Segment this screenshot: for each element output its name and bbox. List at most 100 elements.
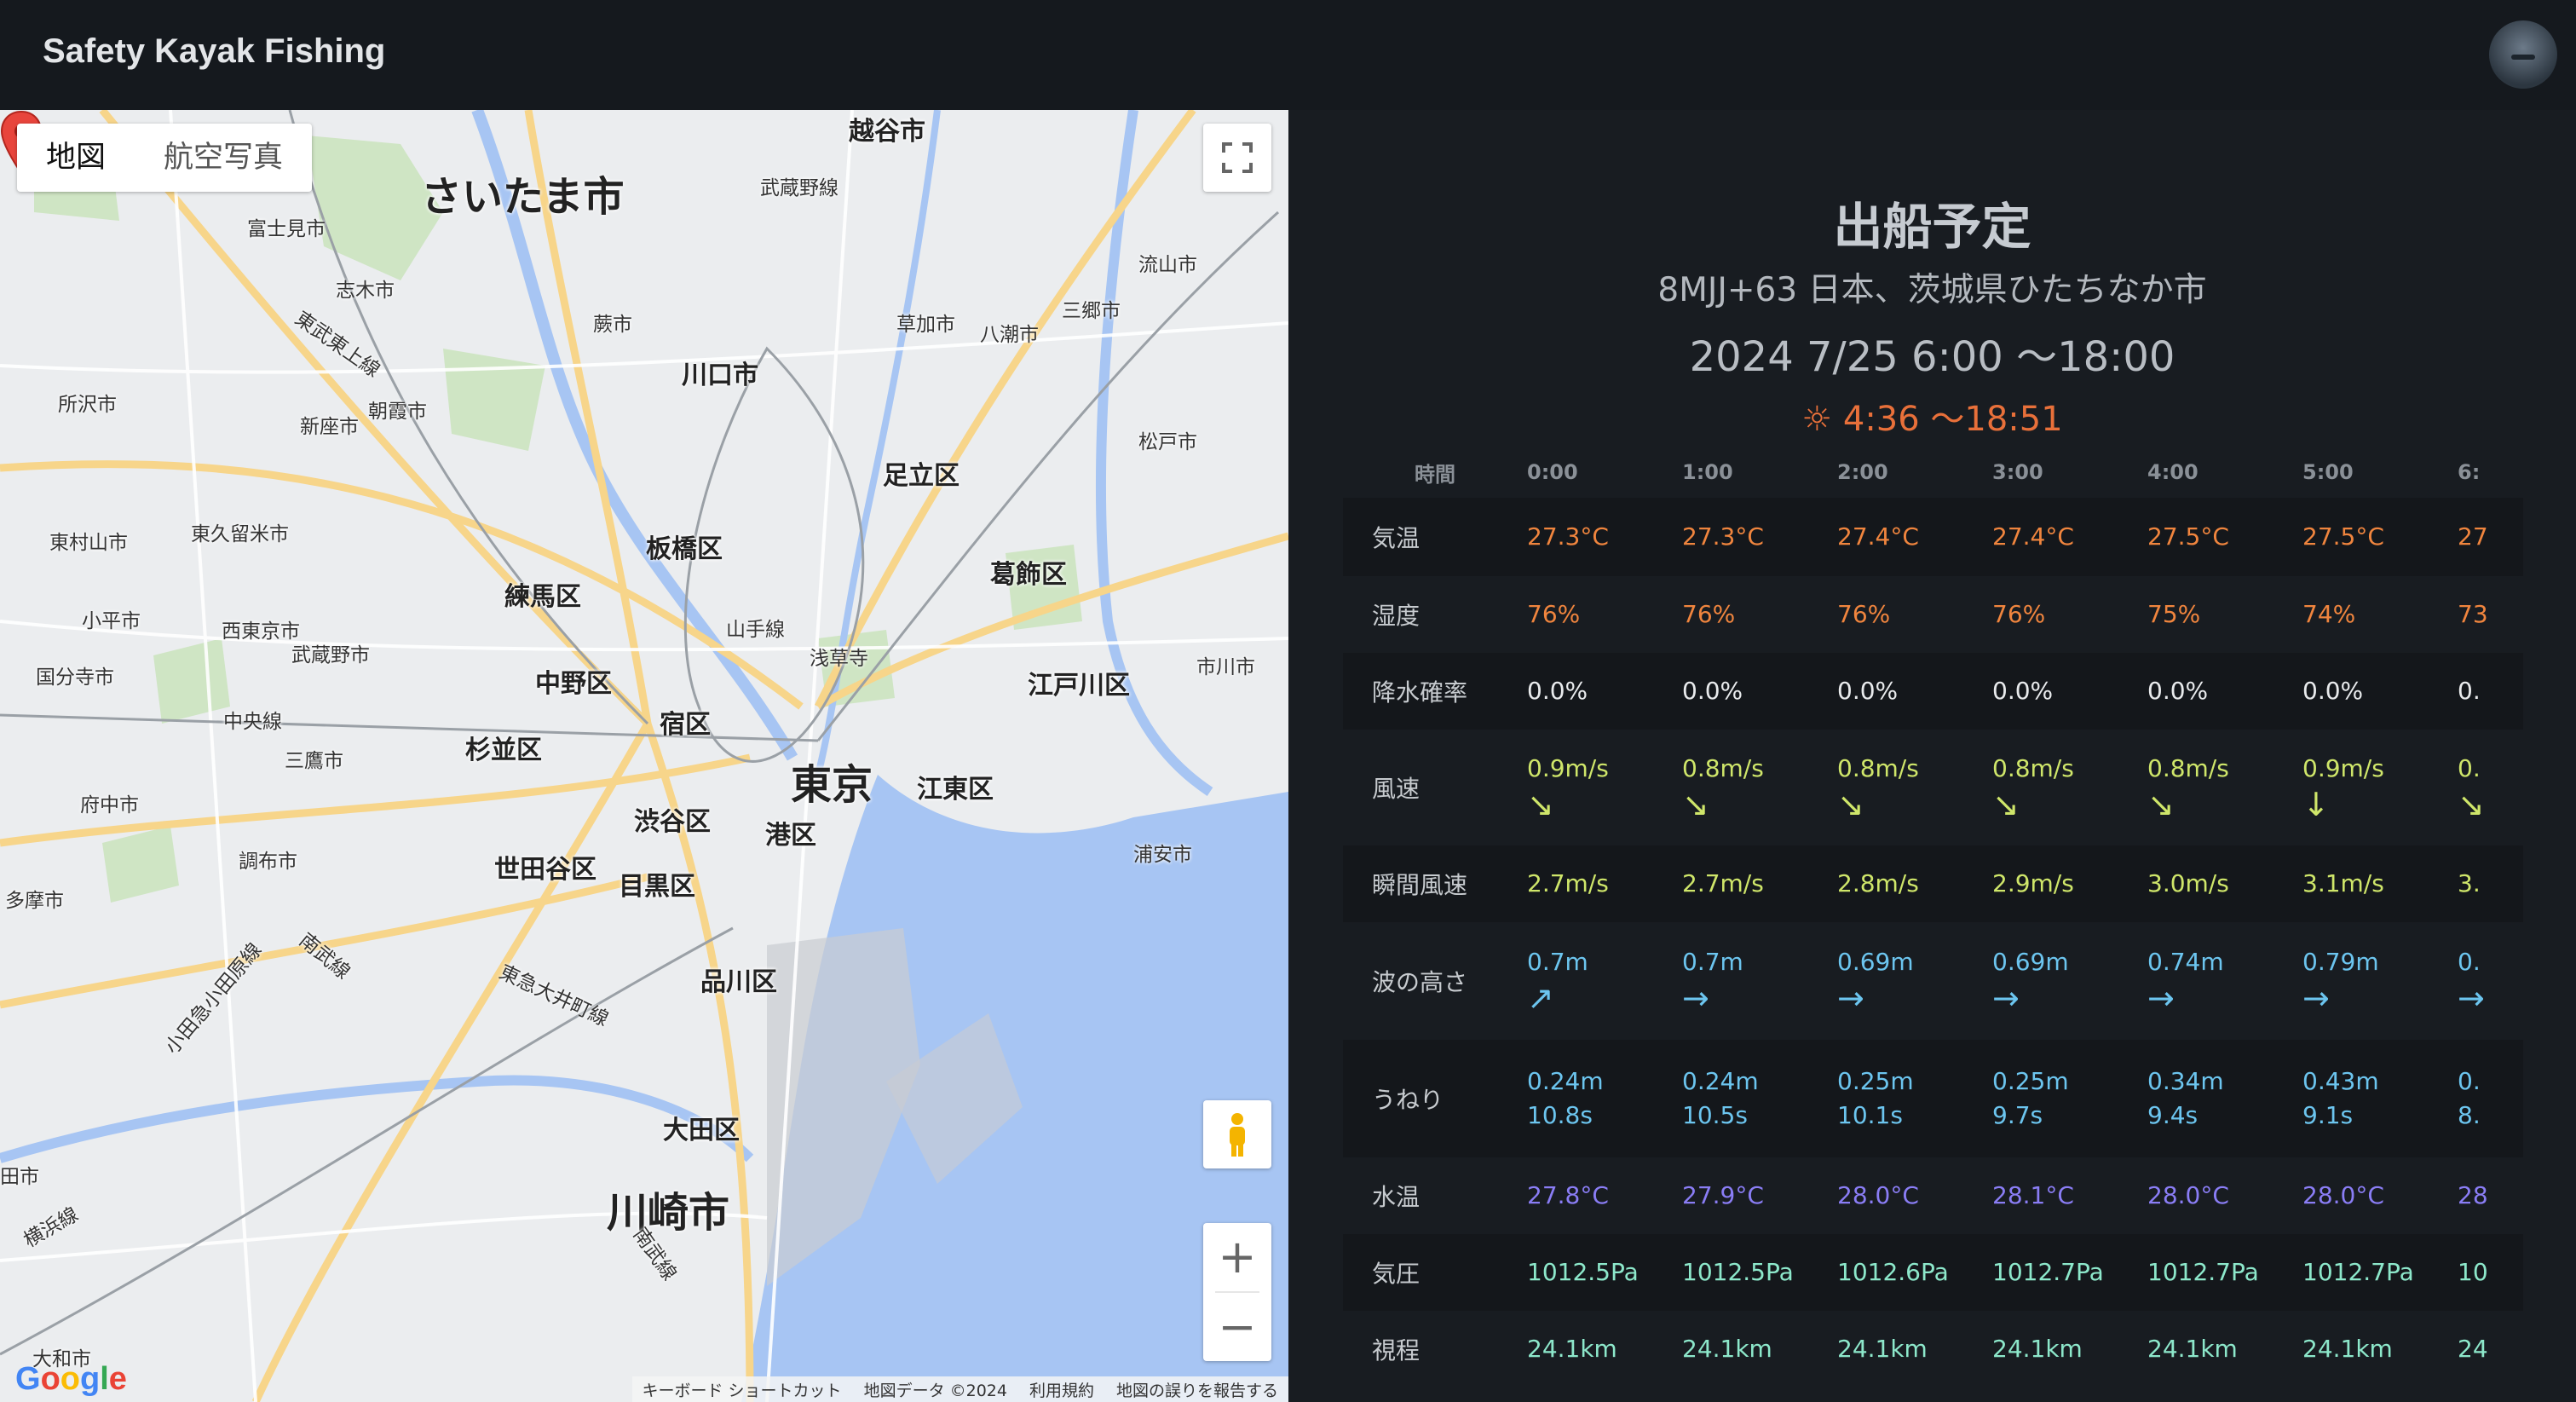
cell-value: 0.0% — [1837, 677, 1899, 705]
cell-value: 1012.6Pa — [1837, 1258, 1949, 1286]
table-cell: 24.1km — [2147, 1311, 2302, 1388]
table-cell: 76% — [1527, 576, 1682, 653]
label-shiki: 志木市 — [336, 280, 395, 302]
cell-value: 10 — [2458, 1258, 2488, 1286]
cell-value: 0. — [2458, 1067, 2481, 1095]
table-cell: 24 — [2458, 1311, 2523, 1388]
direction-arrow-icon: ↓ — [2302, 786, 2330, 823]
table-cell: 0. → — [2458, 922, 2523, 1040]
cell-value: 2.8m/s — [1837, 869, 1919, 897]
direction-arrow-icon: → — [2458, 979, 2485, 1017]
table-cell: 76% — [1992, 576, 2147, 653]
direction-arrow-icon: ↘ — [1682, 786, 1709, 823]
cell-value: 76% — [1992, 600, 2046, 628]
zoom-in-button[interactable]: + — [1203, 1223, 1271, 1291]
cell-value: 24.1km — [2147, 1335, 2238, 1363]
label-meguro: 目黒区 — [619, 872, 695, 902]
cell-value: 9.1s — [2302, 1101, 2354, 1129]
table-row: 視程 24.1km 24.1km 24.1km 24.1km 24.1km 24.1km 24 — [1343, 1311, 2523, 1388]
cell-value: 0.7m — [1682, 948, 1743, 976]
table-row: 風速 0.9m/s ↘ 0.8m/s ↘ 0.8m/s ↘ 0.8m/s ↘ 0.8m/s ↘ 0.9… — [1343, 730, 2523, 845]
row-label: うねり — [1372, 1086, 1444, 1114]
cell-value: 24 — [2458, 1335, 2488, 1363]
header-hour: 2:00 — [1837, 460, 1888, 484]
cell-value: 0.9m/s — [2302, 754, 2384, 782]
table-row: 瞬間風速 2.7m/s 2.7m/s 2.8m/s 2.9m/s 3.0m/s 3.1m/s… — [1343, 845, 2523, 922]
header-hour: 1:00 — [1682, 460, 1733, 484]
fullscreen-button[interactable] — [1203, 124, 1271, 192]
map-view[interactable]: さいたま市 東京 川崎市 川口市 足立区 板橋区 練馬区 葛飾区 中野区 宿区 … — [0, 110, 1288, 1402]
table-cell: 0.0% — [2147, 653, 2302, 730]
label-nerima: 練馬区 — [504, 582, 581, 612]
cell-value: 0. — [2458, 677, 2481, 705]
table-cell: 3. — [2458, 845, 2523, 922]
cell-value: 0.0% — [1527, 677, 1588, 705]
label-musashino: 武蔵野市 — [291, 644, 370, 666]
label-chuosen: 中央線 — [223, 711, 282, 733]
label-itabashi: 板橋区 — [646, 534, 723, 564]
label-yashio: 八潮市 — [980, 324, 1039, 346]
cell-value: 2.9m/s — [1992, 869, 2074, 897]
forecast-table[interactable]: 時間 0:00 1:00 2:00 3:00 4:00 5:00 6: 気温 27.3°C 27.3… — [1343, 447, 2523, 1402]
table-cell: 0.8m/s ↘ — [2147, 730, 2302, 845]
google-logo[interactable]: Google — [15, 1361, 127, 1398]
table-cell: 0.25m 9.7s — [1992, 1040, 2147, 1157]
street-view-button[interactable] — [1203, 1100, 1271, 1168]
map-type-map-button[interactable]: 地図 — [17, 124, 135, 192]
cell-value: 1012.5Pa — [1682, 1258, 1794, 1286]
label-katsushika: 葛飾区 — [990, 560, 1067, 590]
table-row: うねり 0.24m 10.8s 0.24m 10.5s 0.25m 10.1s 0.25m 9.… — [1343, 1040, 2523, 1157]
cell-value: 0.69m — [1837, 948, 1914, 976]
direction-arrow-icon: → — [1992, 979, 2020, 1017]
cell-value: 0.0% — [1682, 677, 1743, 705]
terms-link[interactable]: 利用規約 — [1029, 1378, 1094, 1401]
table-cell: 28.0°C — [2302, 1157, 2458, 1234]
table-cell: 27.5°C — [2147, 498, 2302, 576]
table-cell: 27.9°C — [1682, 1157, 1837, 1234]
table-cell: 0.0% — [1992, 653, 2147, 730]
table-cell: 1012.5Pa — [1682, 1234, 1837, 1311]
cell-value: 75% — [2147, 600, 2201, 628]
table-cell: 27.5°C — [2302, 498, 2458, 576]
cell-value: 76% — [1837, 600, 1891, 628]
table-cell: 0. ↘ — [2458, 730, 2523, 845]
map-type-toggle: 地図 航空写真 — [17, 124, 313, 192]
map-type-satellite-button[interactable]: 航空写真 — [135, 124, 312, 192]
table-row: 湿度 76% 76% 76% 76% 75% 74% 73 — [1343, 576, 2523, 653]
zoom-out-button[interactable]: − — [1203, 1293, 1271, 1361]
app-title[interactable]: Safety Kayak Fishing — [43, 32, 385, 71]
table-cell: 24.1km — [1837, 1311, 1992, 1388]
cell-value: 0.79m — [2302, 948, 2379, 976]
row-label: 気温 — [1372, 524, 1421, 552]
cell-value: 0.43m — [2302, 1067, 2379, 1095]
report-error-link[interactable]: 地図の誤りを報告する — [1116, 1378, 1278, 1401]
direction-arrow-icon: ↘ — [2147, 786, 2175, 823]
label-ota: 大田区 — [663, 1116, 740, 1145]
label-asaka: 朝霞市 — [368, 401, 427, 423]
table-cell: 0.0% — [1682, 653, 1837, 730]
cell-value: 0.24m — [1682, 1067, 1759, 1095]
table-cell: 0.34m 9.4s — [2147, 1040, 2302, 1157]
label-tokorozawa: 所沢市 — [58, 394, 117, 416]
sunrise-sunset: ☼ 4:36 〜18:51 — [1288, 391, 2576, 441]
table-cell: 0.7m → — [1682, 922, 1837, 1040]
label-nishitokyo: 西東京市 — [222, 620, 300, 643]
cell-value: 27.5°C — [2147, 522, 2229, 551]
table-cell: 1012.7Pa — [1992, 1234, 2147, 1311]
cell-value: 28.0°C — [2147, 1181, 2229, 1209]
cell-value: 73 — [2458, 600, 2488, 628]
map-attribution: キーボード ショートカット 地図データ ©2024 利用規約 地図の誤りを報告す… — [631, 1376, 1288, 1402]
user-avatar[interactable] — [2489, 20, 2557, 89]
cell-value: 9.4s — [2147, 1101, 2199, 1129]
table-cell: 0.24m 10.8s — [1527, 1040, 1682, 1157]
table-cell: 1012.7Pa — [2302, 1234, 2458, 1311]
cell-value: 0.0% — [1992, 677, 2054, 705]
label-shinjuku: 宿区 — [660, 710, 711, 740]
cell-value: 27.4°C — [1837, 522, 1919, 551]
row-label: 視程 — [1372, 1336, 1421, 1364]
label-saitama: さいたま市 — [421, 173, 625, 221]
table-cell: 3.1m/s — [2302, 845, 2458, 922]
table-cell: 0.0% — [1837, 653, 1992, 730]
label-matsudo: 松戸市 — [1138, 431, 1197, 453]
keyboard-shortcuts-link[interactable]: キーボード ショートカット — [643, 1378, 842, 1401]
